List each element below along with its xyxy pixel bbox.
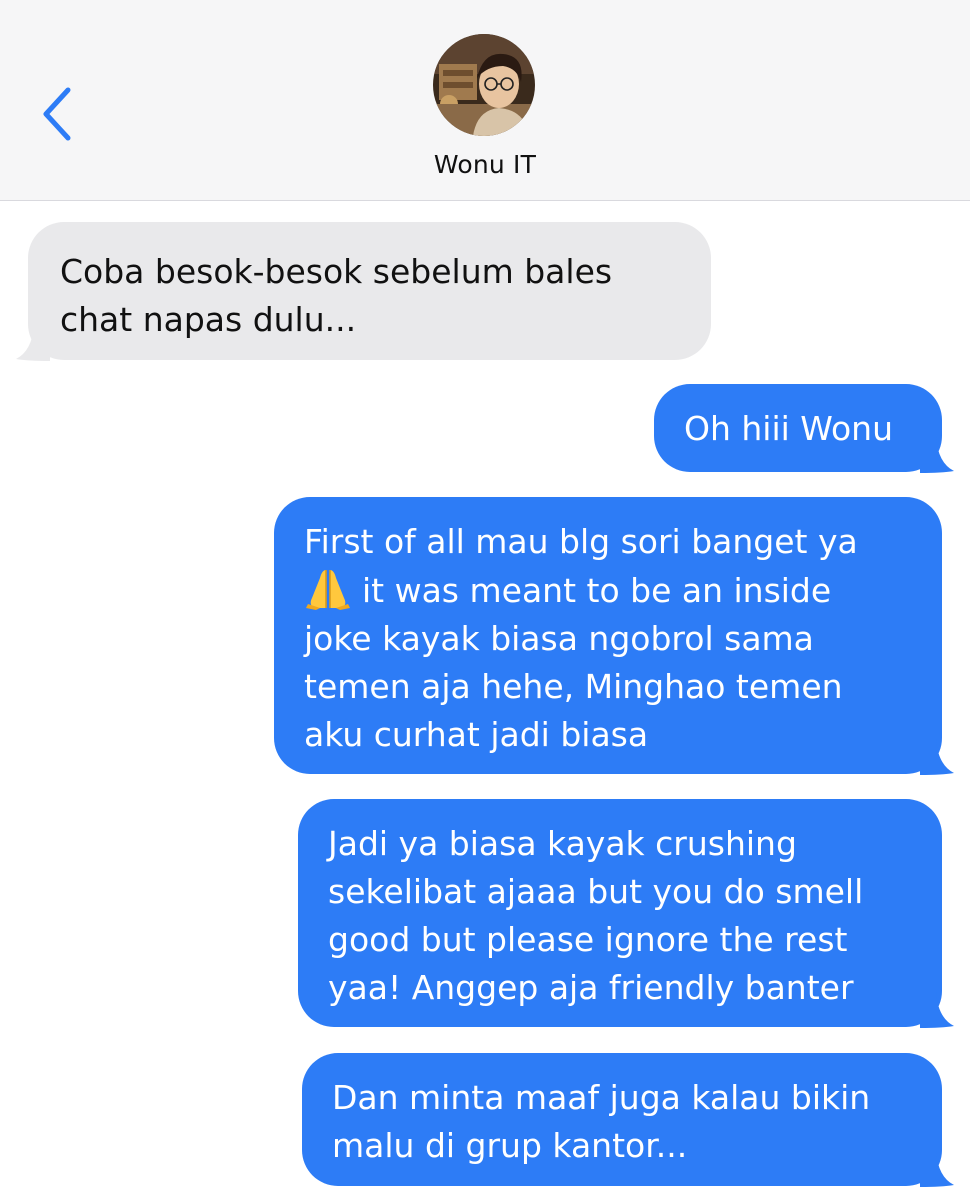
message-bubble-outgoing[interactable]: First of all mau blg sori banget ya it w… <box>274 497 954 775</box>
message-line: malu di grup kantor... <box>332 1126 688 1165</box>
contact-name[interactable]: Wonu IT <box>0 150 970 179</box>
message-line: chat napas dulu... <box>60 300 357 339</box>
back-button[interactable] <box>36 80 86 150</box>
message-line: First of all mau blg sori banget ya <box>304 522 858 561</box>
avatar[interactable] <box>433 34 535 136</box>
message-line: Coba besok-besok sebelum bales <box>60 252 613 291</box>
message-bubble-incoming[interactable]: Coba besok-besok sebelum bales chat napa… <box>16 222 711 361</box>
message-line: Dan minta maaf juga kalau bikin <box>332 1078 871 1117</box>
message-line: temen aja hehe, Minghao temen <box>304 667 843 706</box>
message-bubble-outgoing[interactable]: Oh hiii Wonu <box>654 384 954 473</box>
chat-header: Wonu IT <box>0 0 970 201</box>
bubble-tail <box>920 1151 954 1187</box>
message-bubble-outgoing[interactable]: Jadi ya biasa kayak crushing sekelibat a… <box>298 799 954 1028</box>
folded-hands-emoji <box>306 570 350 610</box>
message-bubble-outgoing[interactable]: Dan minta maaf juga kalau bikin malu di … <box>302 1053 954 1187</box>
bubble-tail <box>920 739 954 775</box>
message-line: Jadi ya biasa kayak crushing <box>328 824 797 863</box>
message-line: good but please ignore the rest <box>328 920 848 959</box>
message-line: yaa! Anggep aja friendly banter <box>328 968 854 1007</box>
message-line: joke kayak biasa ngobrol sama <box>304 619 814 658</box>
message-line-text: it was meant to be an inside <box>362 571 832 610</box>
message-line-with-emoji: it was meant to be an inside <box>304 566 912 615</box>
bubble-tail <box>920 992 954 1028</box>
bubble-tail <box>920 437 954 473</box>
message-line: sekelibat ajaaa but you do smell <box>328 872 864 911</box>
chevron-left-icon <box>43 87 71 141</box>
message-line: Oh hiii Wonu <box>684 409 894 448</box>
bubble-tail <box>16 325 50 361</box>
message-line: aku curhat jadi biasa <box>304 715 649 754</box>
